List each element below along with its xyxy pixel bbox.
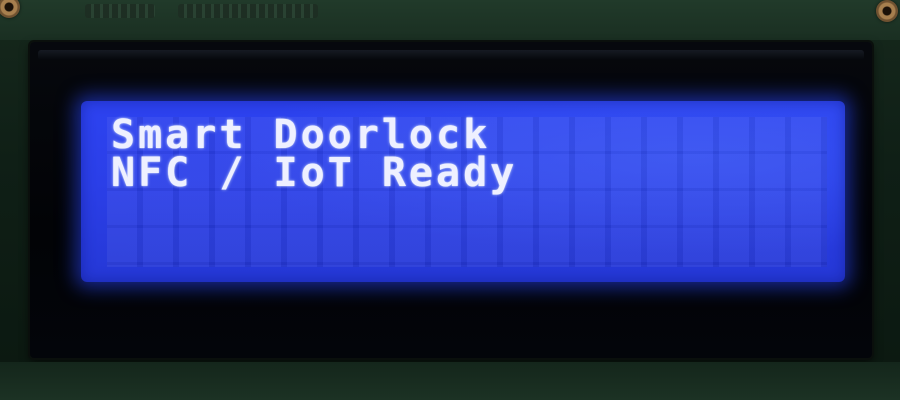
lcd-line-1: Smart Doorlock (111, 112, 491, 158)
lcd-line-2: NFC / IoT Ready (111, 150, 518, 196)
lcd-module-photo: Smart Doorlock NFC / IoT Ready (0, 0, 900, 400)
pcb-bottom-edge (0, 362, 900, 400)
silkscreen-marking (85, 4, 155, 18)
silkscreen-marking (178, 4, 318, 18)
mounting-hole-icon (876, 0, 898, 22)
pcb-top-edge (0, 0, 900, 40)
lcd-screen: Smart Doorlock NFC / IoT Ready (81, 101, 845, 282)
bezel-rim (38, 50, 864, 60)
